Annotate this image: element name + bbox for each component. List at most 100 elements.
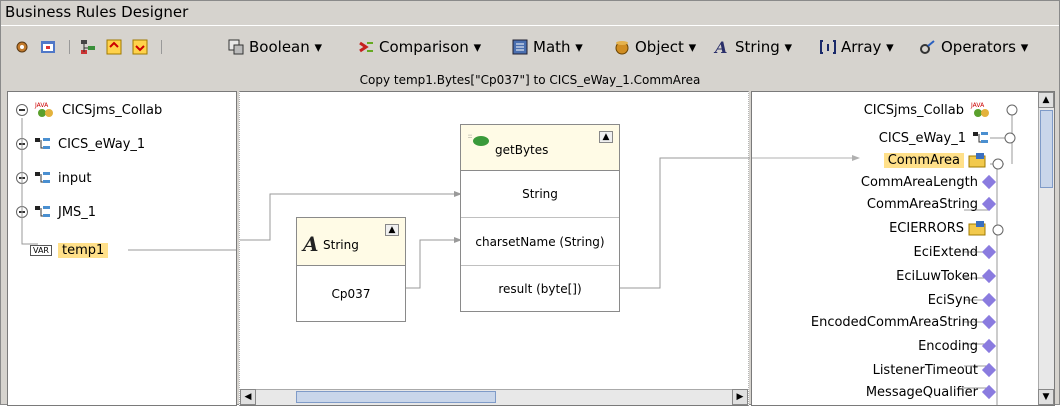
operators-icon [920,40,935,54]
math-label: Math ▾ [533,38,583,56]
collapse-icon[interactable] [105,34,127,60]
operators-menu[interactable]: Operators ▾ [919,34,1028,60]
tree-item-cicsjms-collab[interactable]: CICSjms_Collab JAVA [864,100,992,120]
window-icon[interactable] [39,34,61,60]
canvas-horizontal-scrollbar[interactable]: ◀ ▶ [240,389,748,405]
toolbar: Boolean ▾ Comparison ▾ Math ▾ Object ▾ A… [1,25,1059,69]
tree-item-commarea[interactable]: CommArea [883,150,988,170]
field-diamond-icon [981,196,997,212]
folder-icon [968,221,986,236]
tree-item-commarealength[interactable]: CommAreaLength [860,172,997,192]
comparison-label: Comparison ▾ [379,38,482,56]
math-menu[interactable]: Math ▾ [511,34,583,60]
getbytes-title: getBytes [495,143,549,157]
tree-item-label: EciLuwToken [896,268,978,284]
getbytes-header: :: getBytes ▲ [461,125,619,171]
field-diamond-icon [981,244,997,260]
tree-item-label: ECIERRORS [889,220,964,236]
array-label: Array ▾ [841,38,894,56]
structure-icon [973,132,988,143]
tree-item-label: Encoding [918,338,978,354]
math-icon [512,39,528,55]
object-label: Object ▾ [635,38,697,56]
tree-item-label: CommArea [883,152,964,168]
boolean-icon [228,39,244,55]
window-title: Business Rules Designer [1,1,1059,23]
tree-item-listenertimeout[interactable]: ListenerTimeout [872,360,997,380]
field-diamond-icon [981,174,997,190]
rule-description: Copy temp1.Bytes["Cp037"] to CICS_eWay_1… [359,73,701,87]
string-icon: A [713,38,727,56]
array-icon [820,40,836,54]
field-diamond-icon [981,338,997,354]
right-vertical-scrollbar[interactable]: ▲ ▼ [1038,92,1054,405]
boolean-menu[interactable]: Boolean ▾ [227,34,322,60]
tree-item-ecierrors[interactable]: ECIERRORS [889,218,988,238]
result-bytes[interactable]: result (byte[]) [461,266,619,312]
param-charsetname[interactable]: charsetName (String) [461,218,619,266]
tree-item-eciextend[interactable]: EciExtend [913,242,997,262]
vertical-scroll-thumb[interactable] [1040,110,1053,188]
string-literal-value[interactable]: Cp037 [297,266,405,322]
tree-item-label: CommAreaString [866,196,978,212]
toolbar-separator [161,40,162,54]
scroll-left-icon[interactable]: ◀ [240,389,256,405]
string-literal-header: A String ▲ [297,218,405,266]
destination-tree-panel: CICSjms_Collab JAVA CICS_eWay_1 CommArea… [751,91,1055,406]
comparison-menu[interactable]: Comparison ▾ [357,34,481,60]
method-icon: :: [468,133,489,146]
field-diamond-icon [981,384,997,400]
tree-item-messagequalifier[interactable]: MessageQualifier [865,382,997,402]
field-diamond-icon [981,292,997,308]
expand-icon[interactable] [131,34,153,60]
tree-item-label: EciSync [927,292,978,308]
tree-item-commareastring[interactable]: CommAreaString [866,194,997,214]
source-tree-panel: JAVA CICSjms_Collab CICS_eWay_1 input JM… [7,91,237,406]
tree-item-encoding[interactable]: Encoding [918,336,997,356]
tree-item-label: CommAreaLength [860,174,978,190]
mapping-canvas: A String ▲ Cp037 :: getBytes ▲ String ch… [239,91,750,406]
business-rules-designer-window: Business Rules Designer Boolean ▾ Compar… [0,0,1060,406]
array-menu[interactable]: Array ▾ [819,34,894,60]
horizontal-scroll-thumb[interactable] [296,391,496,403]
boolean-label: Boolean ▾ [249,38,323,56]
tree-item-label: CICSjms_Collab [863,102,964,118]
tree-item-cics-eway-1[interactable]: CICS_eWay_1 [879,128,990,148]
svg-text:JAVA: JAVA [970,102,985,109]
folder-icon [968,153,986,168]
tree-item-ecisync[interactable]: EciSync [927,290,997,310]
scroll-up-icon[interactable]: ▲ [1038,92,1054,108]
svg-text:A: A [713,38,727,56]
comparison-icon [359,41,373,53]
object-icon [615,41,629,55]
tree-item-label: CICS_eWay_1 [878,130,966,146]
field-diamond-icon [981,268,997,284]
settings-icon[interactable] [13,34,35,60]
field-diamond-icon [981,314,997,330]
tree-item-label: EciExtend [913,244,978,260]
string-icon: A [303,232,319,256]
string-label: String ▾ [735,38,793,56]
svg-text:::: :: [468,133,472,140]
scroll-down-icon[interactable]: ▼ [1038,389,1054,405]
tree-icon[interactable] [79,34,101,60]
object-menu[interactable]: Object ▾ [613,34,696,60]
java-collab-icon: JAVA [970,102,989,117]
field-diamond-icon [981,362,997,378]
getbytes-method-box[interactable]: :: getBytes ▲ String charsetName (String… [460,124,620,312]
string-literal-box[interactable]: A String ▲ Cp037 [296,217,406,322]
collapse-up-icon[interactable]: ▲ [385,224,399,236]
param-string[interactable]: String [461,171,619,218]
tree-item-label: EncodedCommAreaString [810,314,978,330]
toolbar-separator [69,40,70,54]
string-menu[interactable]: A String ▾ [713,34,792,60]
tree-item-label: ListenerTimeout [872,362,978,378]
tree-item-eciluwtoken[interactable]: EciLuwToken [896,266,997,286]
tree-item-encodedcommareastring[interactable]: EncodedCommAreaString [810,312,997,332]
tree-item-label: MessageQualifier [865,384,978,400]
scroll-right-icon[interactable]: ▶ [732,389,748,405]
string-literal-title: String [323,238,359,252]
tree-lines [21,118,236,251]
operators-label: Operators ▾ [941,38,1029,56]
collapse-up-icon[interactable]: ▲ [599,131,613,143]
